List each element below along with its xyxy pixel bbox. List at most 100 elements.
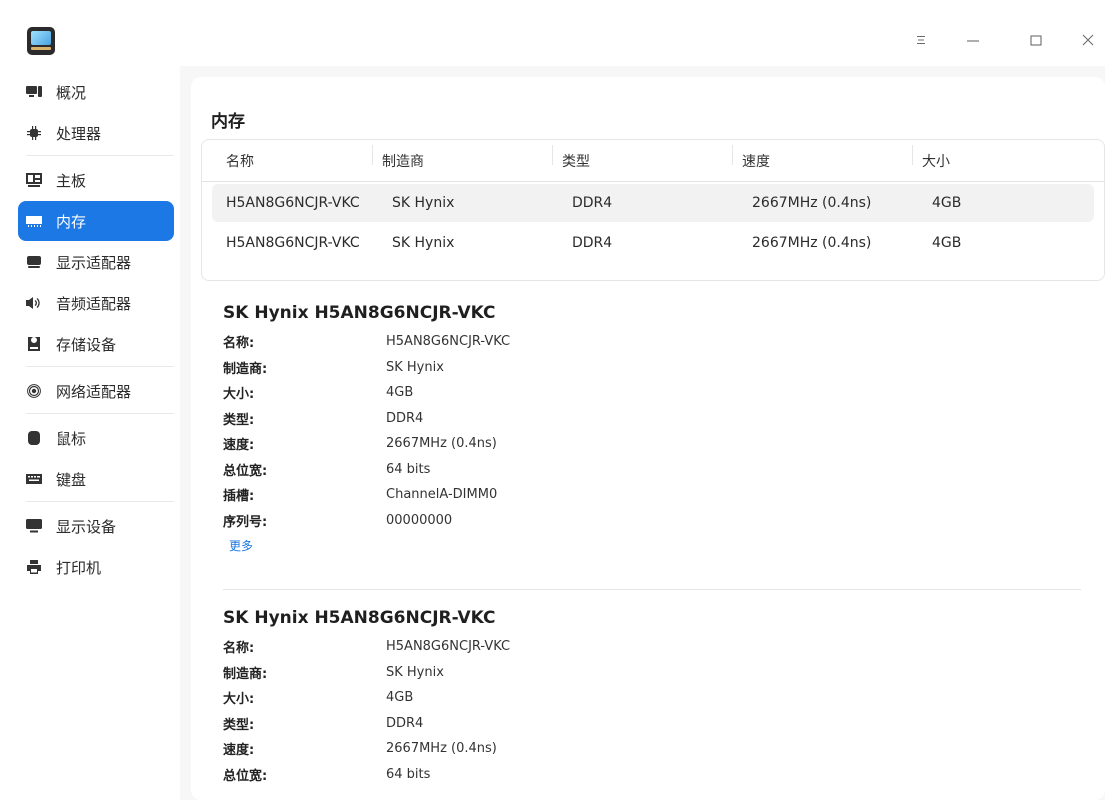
table-row[interactable]: H5AN8G6NCJR-VKC SK Hynix DDR4 2667MHz (0… [212,224,1094,262]
field-key: 插槽: [223,489,255,505]
column-header-vendor[interactable]: 制造商 [372,144,562,171]
sidebar-item-mouse[interactable]: 鼠标 [18,418,174,458]
speaker-icon [26,295,42,311]
field-value: SK Hynix [386,359,444,375]
sidebar-item-label: 网络适配器 [56,382,132,401]
column-header-type[interactable]: 类型 [552,144,742,171]
field-value: DDR4 [386,410,424,426]
printer-icon [26,559,42,575]
field-key: 总位宽: [223,463,268,479]
column-header-size[interactable]: 大小 [912,144,1042,171]
memory-detail-section: SK Hynix H5AN8G6NCJR-VKC 名称: H5AN8G6NCJR-… [223,303,510,554]
title-bar [0,0,1105,66]
detail-field: 总位宽: 64 bits [223,762,510,788]
memory-icon [26,213,42,229]
field-value: 00000000 [386,512,453,528]
sidebar-item-label: 音频适配器 [56,294,132,313]
sidebar-divider [26,413,174,414]
table-cell: 2667MHz (0.4ns) [752,195,872,211]
sidebar-item-label: 显示设备 [56,517,117,536]
sidebar-item-processor[interactable]: 处理器 [18,113,174,153]
detail-field: 速度: 2667MHz (0.4ns) [223,431,510,457]
sidebar-divider [26,366,174,367]
keyboard-icon [26,471,42,487]
maximize-icon[interactable] [1021,27,1051,53]
field-value: H5AN8G6NCJR-VKC [386,639,511,655]
monitor-overview-icon [26,84,42,100]
detail-field: 大小: 4GB [223,380,510,406]
table-cell: DDR4 [572,195,613,211]
sidebar-item-label: 主板 [56,171,87,190]
table-cell: H5AN8G6NCJR-VKC [226,195,360,211]
menu-icon[interactable] [906,27,936,53]
sidebar-item-label: 内存 [56,212,87,231]
sidebar-item-storage[interactable]: 存储设备 [18,324,174,364]
detail-field: 类型: DDR4 [223,406,510,432]
table-row[interactable]: H5AN8G6NCJR-VKC SK Hynix DDR4 2667MHz (0… [212,184,1094,222]
sidebar-item-printer[interactable]: 打印机 [18,547,174,587]
field-key: 类型: [223,412,255,428]
field-value: 64 bits [386,461,431,477]
detail-field: 名称: H5AN8G6NCJR-VKC [223,329,510,355]
detail-title: SK Hynix H5AN8G6NCJR-VKC [223,303,496,323]
table-cell: SK Hynix [392,235,455,251]
detail-field: 序列号: 00000000 [223,508,510,534]
sidebar-item-label: 键盘 [56,470,87,489]
column-header-name[interactable]: 名称 [202,151,382,171]
memory-detail-section: SK Hynix H5AN8G6NCJR-VKC 名称: H5AN8G6NCJR-… [223,608,510,787]
field-value: 4GB [386,385,414,401]
field-value: 4GB [386,690,414,706]
sidebar-item-label: 概况 [56,83,87,102]
table-cell: 2667MHz (0.4ns) [752,235,872,251]
detail-field: 插槽: ChannelA-DIMM0 [223,482,510,508]
memory-table: 名称 制造商 类型 速度 大小 H5AN8G6NCJR-VKC SK Hynix… [201,139,1105,281]
field-value: H5AN8G6NCJR-VKC [386,334,511,350]
field-key: 速度: [223,743,255,759]
sidebar-item-audio-adapter[interactable]: 音频适配器 [18,283,174,323]
memory-panel: 内存 名称 制造商 类型 速度 大小 H5AN8G6NCJR-VKC SK Hy… [191,77,1105,800]
field-value: ChannelA-DIMM0 [386,487,498,503]
sidebar-item-memory[interactable]: 内存 [18,201,174,241]
sidebar: 概况 处理器 主板 内存 显示适配器 音频适配器 存储设备 网络适配器 鼠标 键… [0,66,180,800]
field-key: 名称: [223,641,255,657]
detail-field: 名称: H5AN8G6NCJR-VKC [223,634,510,660]
field-key: 大小: [223,692,255,708]
monitor-icon [26,518,42,534]
sidebar-item-keyboard[interactable]: 键盘 [18,459,174,499]
main-content: 内存 名称 制造商 类型 速度 大小 H5AN8G6NCJR-VKC SK Hy… [180,66,1105,800]
sidebar-item-display-adapter[interactable]: 显示适配器 [18,242,174,282]
table-cell: SK Hynix [392,195,455,211]
sidebar-item-network-adapter[interactable]: 网络适配器 [18,371,174,411]
sidebar-divider [26,155,174,156]
field-value: 2667MHz (0.4ns) [386,741,497,757]
field-value: 64 bits [386,766,431,782]
sidebar-item-motherboard[interactable]: 主板 [18,160,174,200]
sidebar-item-display-device[interactable]: 显示设备 [18,506,174,546]
sidebar-item-label: 显示适配器 [56,253,132,272]
network-icon [26,383,42,399]
close-icon[interactable] [1073,27,1103,53]
field-key: 总位宽: [223,768,268,784]
sidebar-item-label: 鼠标 [56,429,87,448]
sidebar-item-overview[interactable]: 概况 [18,72,174,112]
column-header-speed[interactable]: 速度 [732,144,922,171]
detail-field: 速度: 2667MHz (0.4ns) [223,736,510,762]
detail-title: SK Hynix H5AN8G6NCJR-VKC [223,608,496,628]
section-divider [223,589,1081,590]
table-header: 名称 制造商 类型 速度 大小 [202,140,1104,182]
sidebar-divider [26,501,174,502]
field-key: 序列号: [223,514,268,530]
more-link[interactable]: 更多 [229,537,253,554]
table-cell: 4GB [932,195,962,211]
minimize-icon[interactable] [958,27,988,53]
detail-field: 制造商: SK Hynix [223,355,510,381]
detail-field: 大小: 4GB [223,685,510,711]
sidebar-item-label: 处理器 [56,124,102,143]
table-cell: 4GB [932,235,962,251]
motherboard-icon [26,172,42,188]
mouse-icon [26,430,42,446]
field-value: DDR4 [386,715,424,731]
sidebar-item-label: 打印机 [56,558,102,577]
storage-icon [26,336,42,352]
sidebar-item-label: 存储设备 [56,335,117,354]
